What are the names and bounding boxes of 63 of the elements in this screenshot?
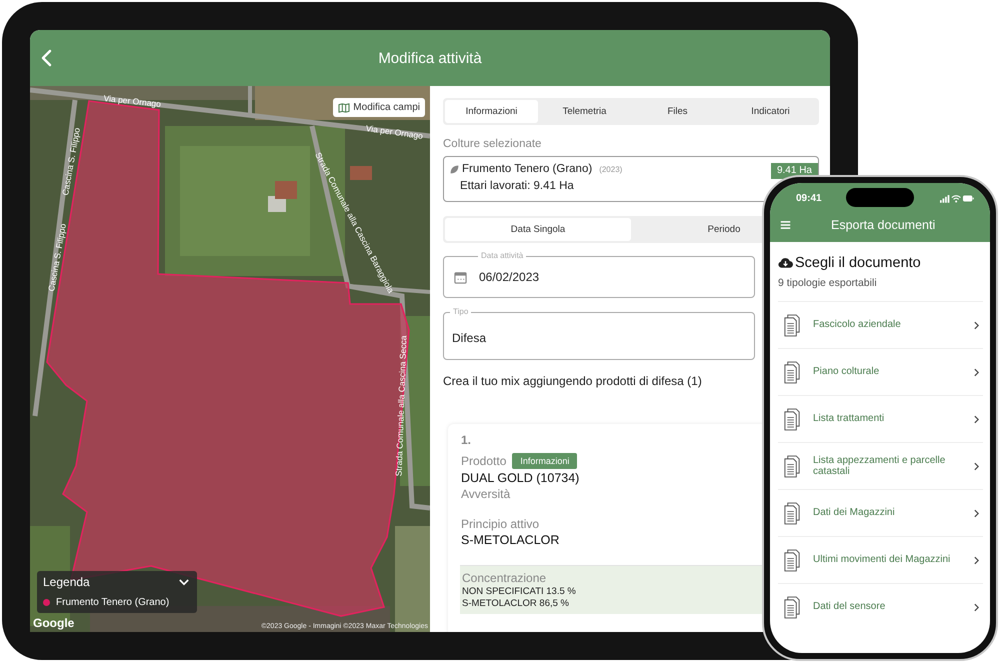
road-label: Cascina S. Filippo: [60, 126, 82, 196]
document-item[interactable]: Fascicolo aziendale: [778, 301, 983, 348]
back-icon[interactable]: [40, 49, 52, 67]
chevron-icon[interactable]: [179, 578, 189, 586]
page-heading: Scegli il documento: [795, 255, 921, 271]
tab[interactable]: Informazioni: [445, 100, 538, 123]
crop-year: (2023): [599, 164, 622, 174]
document-icon: [783, 548, 802, 572]
chevron-icon: [974, 508, 979, 518]
chevron-icon: [974, 462, 979, 470]
ingredient-label: Principio attivo: [461, 517, 540, 531]
product-label: Prodotto: [461, 454, 506, 468]
screen-title: Esporta documenti: [831, 218, 936, 232]
chevron-icon: [974, 414, 979, 424]
document-item[interactable]: Lista appezzamenti e parcelle catastali: [778, 442, 983, 489]
document-item[interactable]: Lista trattamenti: [778, 395, 983, 442]
road-label: Via per Ornago: [365, 123, 424, 141]
ingredient-value: S-METOLACLOR: [461, 533, 560, 547]
crop-name: Frumento Tenero (Grano): [462, 163, 592, 175]
chevron-icon: [974, 602, 979, 612]
leaf-icon: [450, 164, 459, 174]
tab[interactable]: Indicatori: [724, 100, 817, 123]
road-label: Strada Comunale alla Cascina Secca: [394, 335, 408, 476]
section-label: Colture selezionate: [443, 138, 542, 150]
document-icon: [783, 454, 802, 478]
menu-icon[interactable]: [780, 220, 791, 230]
info-button[interactable]: Informazioni: [512, 453, 578, 469]
road-label: Via per Ornago: [103, 93, 162, 109]
document-icon: [783, 314, 802, 336]
product-name: DUAL GOLD (10734): [461, 471, 580, 485]
product-number: 1.: [461, 433, 472, 447]
concentration-label: Concentrazione: [462, 571, 548, 585]
cloud-download-icon: [778, 257, 793, 269]
screen-title: Modifica attività: [378, 50, 482, 66]
date-mode-option[interactable]: Data Singola: [445, 218, 631, 241]
page-subtitle: 9 tipologie esportabili: [778, 277, 878, 289]
document-icon: [783, 596, 802, 618]
mix-title: Crea il tuo mix aggiungendo prodotti di difesa (1): [443, 374, 703, 388]
chevron-icon: [974, 368, 979, 376]
map-icon: [338, 102, 350, 112]
document-item[interactable]: Dati dei Magazzini: [778, 489, 983, 536]
calendar-icon: [454, 270, 467, 284]
adversity-label: Avversità: [461, 487, 512, 501]
edit-fields-button[interactable]: Modifica campi: [333, 98, 425, 117]
crop-detail: Ettari lavorati: 9.41 Ha: [460, 180, 575, 192]
document-item[interactable]: Dati del sensore: [778, 583, 983, 630]
camera-notch: [846, 188, 914, 207]
concentration-value: NON SPECIFICATI 13.5 %: [462, 586, 577, 597]
document-icon: [783, 502, 802, 524]
tab[interactable]: Telemetria: [538, 100, 631, 123]
document-icon: [783, 408, 802, 430]
status-time: 09:41: [796, 192, 822, 204]
document-item[interactable]: Ultimi movimenti dei Magazzini: [778, 536, 983, 583]
chevron-icon: [974, 556, 979, 564]
chevron-icon: [974, 320, 979, 330]
document-icon: [783, 360, 802, 384]
document-item[interactable]: Piano colturale: [778, 348, 983, 395]
legend-title: Legenda: [43, 575, 90, 589]
tab[interactable]: Files: [631, 100, 724, 123]
road-label: Cascina S. Filippo: [46, 222, 68, 292]
map-attribution: Google: [33, 616, 74, 630]
status-icons: [940, 194, 974, 202]
legend-label: Frumento Tenero (Grano): [56, 597, 170, 608]
